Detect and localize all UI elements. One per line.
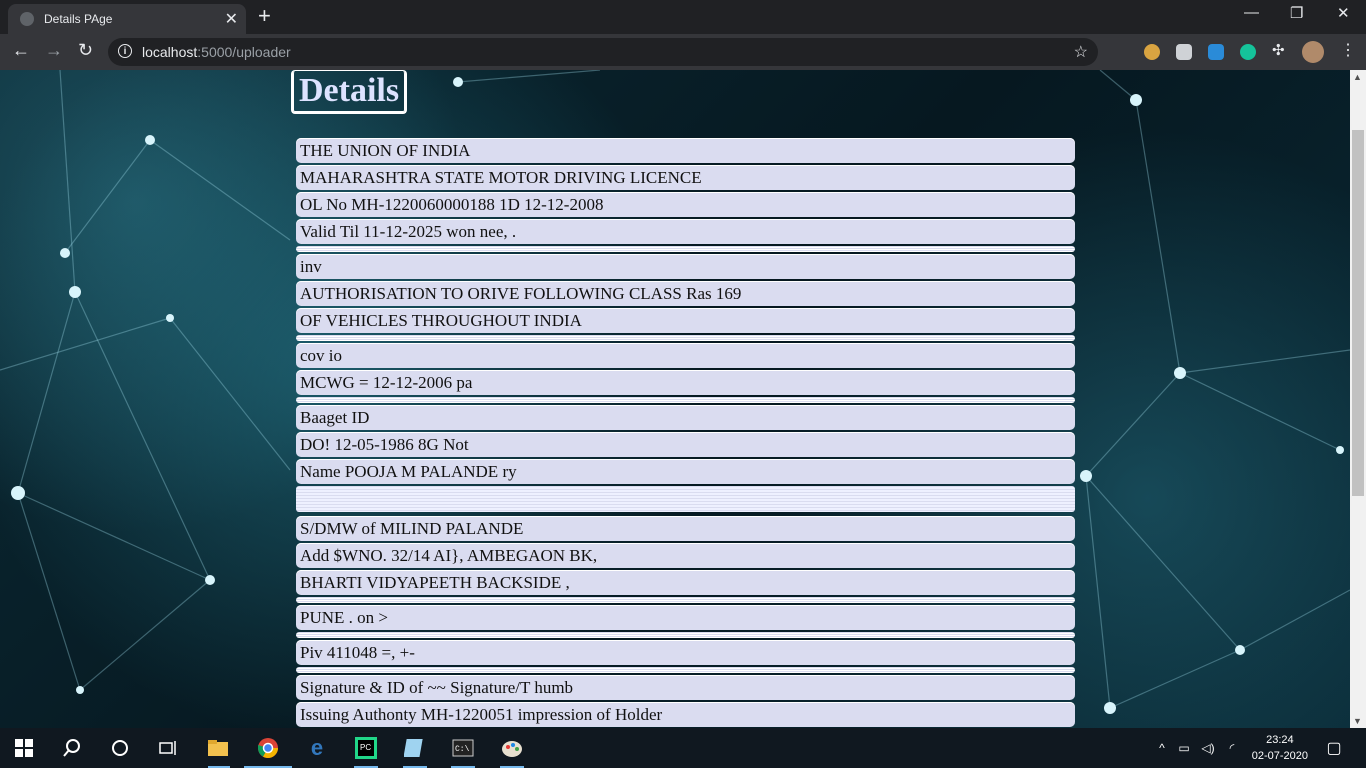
chrome-icon[interactable] <box>256 736 280 760</box>
menu-kebab-icon[interactable]: ⋮ <box>1340 40 1356 60</box>
empty-line-separator <box>296 597 1075 603</box>
close-tab-icon[interactable]: ✕ <box>225 9 238 29</box>
empty-line-separator <box>296 667 1075 673</box>
task-view-icon[interactable] <box>156 736 180 760</box>
empty-line-separator <box>296 335 1075 341</box>
page-title: Details <box>291 70 408 114</box>
battery-icon[interactable]: ▭ <box>1172 736 1196 760</box>
cookie-extension-icon[interactable] <box>1144 44 1160 60</box>
system-clock[interactable]: 23:24 02-07-2020 <box>1252 732 1308 764</box>
svg-text:PC: PC <box>360 743 371 752</box>
detail-line: Piv 411048 =, +- <box>296 640 1075 665</box>
url-path: :5000/uploader <box>197 44 291 60</box>
back-button[interactable]: ← <box>12 40 30 61</box>
page-content: Details THE UNION OF INDIA MAHARASHTRA ST… <box>0 70 1350 728</box>
clock-time: 23:24 <box>1266 734 1294 746</box>
terminal-icon[interactable]: C:\ <box>451 736 475 760</box>
empty-line-separator <box>296 246 1075 252</box>
edge-icon[interactable]: e <box>305 735 329 760</box>
detail-line: Issuing Authonty MH-1220051 impression o… <box>296 702 1075 727</box>
reload-button[interactable]: ↻ <box>78 40 93 61</box>
info-icon[interactable]: i <box>118 44 132 58</box>
paint-icon[interactable] <box>500 736 524 760</box>
detail-line: Valid Til 11-12-2025 won nee, . <box>296 219 1075 244</box>
detail-line: OL No MH-1220060000188 1D 12-12-2008 <box>296 192 1075 217</box>
cortana-icon[interactable] <box>108 736 132 760</box>
detail-line: S/DMW of MILIND PALANDE <box>296 516 1075 541</box>
scroll-down-arrow-icon[interactable]: ▼ <box>1353 716 1362 726</box>
bookmark-extension-icon[interactable] <box>1208 44 1224 60</box>
extensions-puzzle-icon[interactable]: ✣ <box>1272 41 1288 59</box>
empty-line-separator <box>296 486 1075 512</box>
scrollbar-thumb[interactable] <box>1352 130 1364 496</box>
scroll-up-arrow-icon[interactable]: ▲ <box>1353 72 1362 82</box>
detail-line: OF VEHICLES THROUGHOUT INDIA <box>296 308 1075 333</box>
chevron-up-icon[interactable]: ^ <box>1150 736 1174 760</box>
wifi-icon[interactable]: ◜ <box>1220 736 1244 760</box>
restore-button[interactable]: ❐ <box>1290 4 1303 22</box>
detail-line: Baaget ID <box>296 405 1075 430</box>
vertical-scrollbar[interactable]: ▲ ▼ <box>1350 70 1366 728</box>
forward-button[interactable]: → <box>45 40 63 61</box>
globe-icon <box>20 12 34 26</box>
notifications-icon[interactable]: ▢ <box>1322 736 1346 760</box>
search-icon[interactable] <box>60 736 84 760</box>
detail-line: BHARTI VIDYAPEETH BACKSIDE , <box>296 570 1075 595</box>
volume-icon[interactable]: ◁) <box>1196 736 1220 760</box>
browser-toolbar: ← → ↻ i localhost:5000/uploader ☆ ✣ ⋮ <box>0 34 1366 70</box>
notepad-icon[interactable] <box>403 736 427 760</box>
cube-extension-icon[interactable] <box>1176 44 1192 60</box>
detail-line: DO! 12-05-1986 8G Not <box>296 432 1075 457</box>
clock-date: 02-07-2020 <box>1251 750 1308 762</box>
tab-title: Details PAge <box>44 12 113 26</box>
minimize-button[interactable]: — <box>1244 4 1259 21</box>
file-explorer-icon[interactable] <box>206 736 230 760</box>
details-list: THE UNION OF INDIA MAHARASHTRA STATE MOTO… <box>296 138 1075 728</box>
empty-line-separator <box>296 632 1075 638</box>
detail-line: cov io <box>296 343 1075 368</box>
detail-line: THE UNION OF INDIA <box>296 138 1075 163</box>
detail-line: AUTHORISATION TO ORIVE FOLLOWING CLASS R… <box>296 281 1075 306</box>
windows-taskbar: e PC C:\ ^ ▭ ◁) ◜ 23:24 02-07-2020 ▢ <box>0 728 1366 768</box>
pycharm-icon[interactable]: PC <box>354 736 378 760</box>
detail-line: Name POOJA M PALANDE ry <box>296 459 1075 484</box>
windows-start-icon[interactable] <box>12 736 36 760</box>
detail-line: Signature & ID of ~~ Signature/T humb <box>296 675 1075 700</box>
bookmark-star-icon[interactable]: ☆ <box>1074 42 1088 62</box>
avatar[interactable] <box>1302 41 1324 63</box>
new-tab-button[interactable]: + <box>258 3 271 29</box>
detail-line: Add $WNO. 32/14 AI}, AMBEGAON BK, <box>296 543 1075 568</box>
url-host: localhost <box>142 44 198 60</box>
browser-tab[interactable]: Details PAge ✕ <box>8 4 246 34</box>
detail-line: MAHARASHTRA STATE MOTOR DRIVING LICENCE <box>296 165 1075 190</box>
svg-text:C:\: C:\ <box>455 745 470 754</box>
grammarly-icon[interactable] <box>1240 44 1256 60</box>
address-bar[interactable]: i localhost:5000/uploader ☆ <box>108 38 1098 66</box>
tab-strip: Details PAge ✕ + — ❐ ✕ <box>0 0 1366 34</box>
empty-line-separator <box>296 397 1075 403</box>
detail-line: MCWG = 12-12-2006 pa <box>296 370 1075 395</box>
detail-line: inv <box>296 254 1075 279</box>
close-window-button[interactable]: ✕ <box>1337 4 1350 22</box>
detail-line: PUNE . on > <box>296 605 1075 630</box>
